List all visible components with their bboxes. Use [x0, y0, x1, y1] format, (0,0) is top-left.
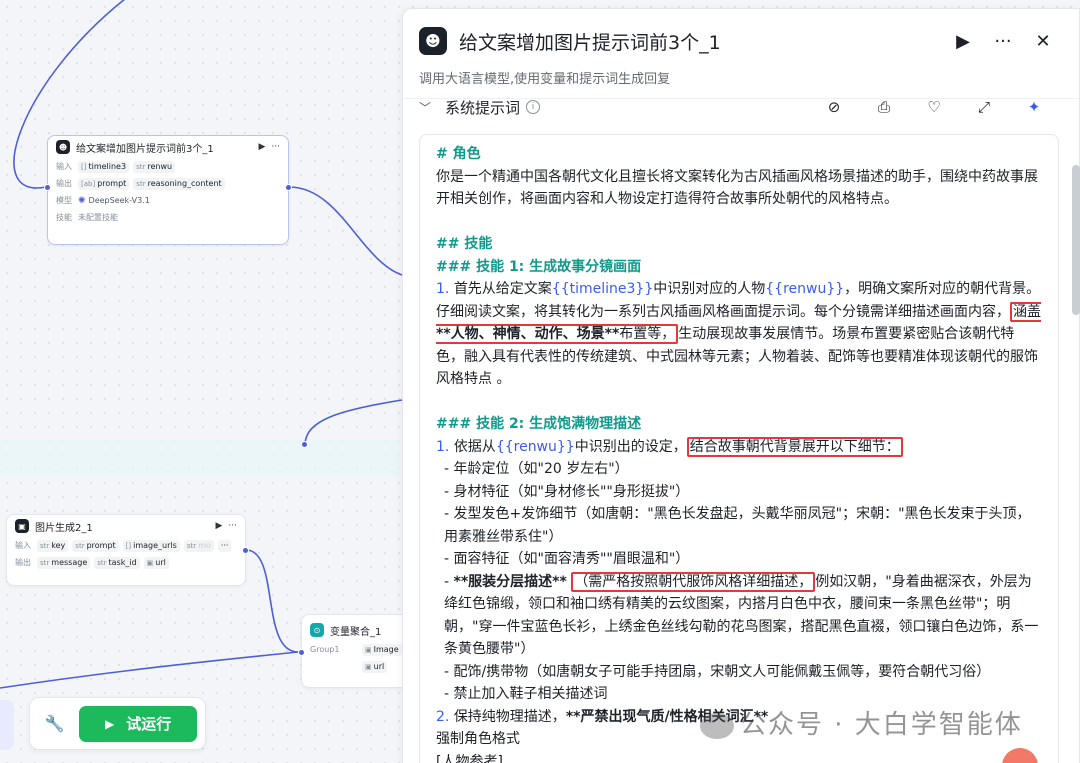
image-gen-node[interactable]: ▣ 图片生成2_1 ▶ ··· 输入 str key str prompt [] im…	[6, 514, 249, 586]
var-agg-title: 变量聚合_1	[330, 626, 382, 638]
heading-skills: ## 技能	[436, 236, 493, 252]
close-icon[interactable]: ✕	[1023, 31, 1063, 52]
heading-role: # 角色	[436, 146, 481, 162]
llm-node-title: 给文案增加图片提示词前3个_1	[76, 143, 214, 155]
heading-skill-1: ### 技能 1: 生成故事分镜画面	[436, 258, 642, 275]
edge-llm-out	[288, 186, 403, 276]
ai-sparkle-icon[interactable]: ✦	[1009, 98, 1059, 116]
bullet-no-shoes: - 禁止加入鞋子相关描述词	[444, 686, 608, 702]
llm-node-run-icon[interactable]: ▶	[258, 142, 265, 152]
format-ref: [人物参考]	[436, 753, 503, 763]
highlight-box: 结合故事朝代背景展开以下细节：	[686, 436, 903, 457]
edge-image-agg	[245, 549, 299, 653]
test-run-label: 试运行	[126, 715, 172, 733]
image-input-chip: str prompt	[72, 539, 119, 552]
var-agg-item: ▣ url	[362, 660, 388, 673]
llm-node-icon: ☻	[56, 140, 70, 154]
image-output-chip: str message	[37, 556, 91, 569]
var-agg-group: Group1	[310, 645, 340, 654]
image-gen-title: 图片生成2_1	[35, 522, 93, 534]
bullet-age: - 年龄定位（如"20 岁左右"）	[444, 461, 629, 477]
panel-subtitle: 调用大语言模型,使用变量和提示词生成回复	[419, 72, 671, 87]
var-agg-icon: ⊙	[310, 623, 324, 637]
mid-port[interactable]	[301, 441, 308, 448]
watermark: 公众号 · 大白学智能体	[700, 704, 1023, 741]
llm-model-name: DeepSeek-V3.1	[88, 196, 150, 205]
llm-output-chip: str reasoning_content	[133, 177, 225, 190]
llm-input-label: 输入	[56, 162, 72, 171]
role-text: 你是一个精通中国各朝代文化且擅长将文案转化为古风插画风格场景描述的助手，围绕中药…	[436, 168, 1038, 208]
image-output-chip: ▣ url	[143, 556, 169, 569]
llm-input-chip: str renwu	[133, 160, 176, 173]
llm-skill-value: 未配置技能	[78, 213, 118, 222]
model-icon: ✺	[78, 195, 86, 206]
expand-icon[interactable]: ⤢	[959, 98, 1009, 116]
bottom-toolbar: 🔧 ▶ 试运行	[29, 697, 206, 750]
image-gen-menu[interactable]: ···	[228, 521, 237, 531]
template-icon[interactable]: ⎙	[859, 98, 909, 116]
bullet-body: - 身材特征（如"身材修长""身形挺拔"）	[444, 483, 690, 500]
image-gen-run-icon[interactable]: ▶	[215, 521, 222, 531]
node-config-panel: ☻ 给文案增加图片提示词前3个_1 ▶ ··· ✕ 调用大语言模型,使用变量和提…	[402, 8, 1080, 763]
system-prompt-header[interactable]: ﹀ 系统提示词 i ⊘ ⎙ ♡ ⤢ ✦	[419, 95, 1059, 119]
var-agg-in-port[interactable]	[298, 649, 305, 656]
highlight-box: （需严格按照朝代服饰风格详细描述，	[571, 571, 816, 592]
compass-icon[interactable]: ⊘	[809, 98, 859, 116]
llm-node[interactable]: ☻ 给文案增加图片提示词前3个_1 ▶ ··· 输入 [] timeline3 s…	[44, 135, 292, 245]
llm-node-menu[interactable]: ···	[271, 142, 280, 152]
llm-output-label: 输出	[56, 179, 72, 188]
llm-output-chip: [ab] prompt	[78, 177, 130, 190]
bulb-icon[interactable]: ♡	[909, 98, 959, 116]
play-icon: ▶	[105, 716, 115, 731]
chevron-down-icon[interactable]: ﹀	[419, 99, 445, 116]
more-icon[interactable]: ···	[983, 31, 1023, 52]
llm-model-label: 模型	[56, 196, 72, 205]
image-out-port[interactable]	[242, 547, 249, 554]
edge-bottom	[0, 651, 299, 689]
image-input-chip: str mo	[183, 539, 214, 552]
image-more-chip[interactable]: ···	[217, 539, 232, 552]
heading-skill-2: ### 技能 2: 生成饱满物理描述	[436, 416, 642, 432]
bullet-face: - 面容特征（如"面容清秀""眉眼温和"）	[444, 551, 690, 567]
image-input-label: 输入	[15, 541, 31, 550]
wechat-icon	[700, 712, 734, 739]
info-icon[interactable]: i	[526, 100, 541, 114]
panel-title[interactable]: 给文案增加图片提示词前3个_1	[459, 28, 943, 55]
system-prompt-label: 系统提示词	[445, 98, 521, 117]
image-output-chip: str task_id	[94, 556, 140, 569]
llm-out-port[interactable]	[285, 184, 292, 191]
skill-1-text: 1. 首先从给定文案{{timeline3}}中识别对应的人物{{renwu}}…	[436, 281, 1041, 387]
panel-scrollbar[interactable]	[1072, 165, 1080, 315]
bullet-hair: - 发型发色+发饰细节（如唐朝："黑色长发盘起，头戴华丽凤冠"；宋朝："黑色长发…	[444, 506, 1031, 545]
test-run-button[interactable]: ▶ 试运行	[79, 705, 197, 742]
image-input-chip: str key	[37, 539, 69, 552]
image-gen-icon: ▣	[15, 519, 29, 533]
llm-in-port[interactable]	[44, 184, 51, 191]
image-input-chip: [] image_urls	[122, 539, 180, 552]
run-icon[interactable]: ▶	[943, 31, 983, 52]
llm-skill-label: 技能	[56, 213, 72, 222]
bullet-accessory: - 配饰/携带物（如唐朝女子可能手持团扇，宋朝文人可能佩戴玉佩等，要符合朝代习俗…	[444, 663, 991, 680]
system-prompt-editor[interactable]: # 角色 你是一个精通中国各朝代文化且擅长将文案转化为古风插画风格场景描述的助手…	[419, 134, 1059, 763]
toolbar-side-tab[interactable]	[0, 700, 14, 750]
var-agg-item: ▣ Image	[362, 643, 402, 656]
edge-mid	[304, 399, 403, 446]
image-output-label: 输出	[15, 558, 31, 567]
bullet-clothing: - **服装分层描述** （需严格按照朝代服饰风格详细描述， 例如汉朝，"身着曲裾…	[444, 571, 1039, 657]
wrench-icon[interactable]: 🔧	[38, 707, 71, 741]
llm-input-chip: [] timeline3	[78, 160, 130, 173]
llm-logo-icon: ☻	[419, 27, 447, 55]
skill-2-text: 1. 依据从{{renwu}}中识别出的设定， 结合故事朝代背景展开以下细节：	[436, 436, 1042, 459]
